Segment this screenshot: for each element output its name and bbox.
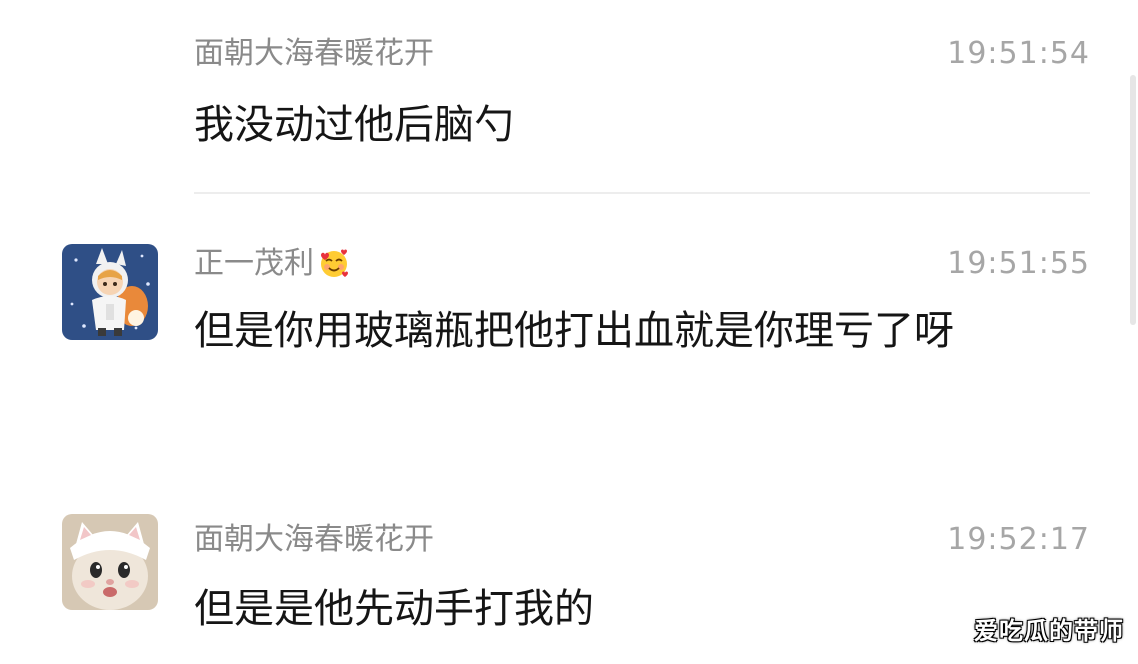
sender-name[interactable]: 正一茂利	[194, 244, 350, 284]
avatar-cat-photo-icon	[62, 514, 158, 610]
message-header: 正一茂利 19:51:55	[194, 244, 1090, 284]
avatar[interactable]	[62, 244, 158, 340]
message-timestamp: 19:51:54	[947, 36, 1090, 71]
scrollbar[interactable]	[1130, 75, 1136, 325]
sender-name-label: 正一茂利	[194, 246, 314, 281]
message-text[interactable]: 但是是他先动手打我的	[194, 580, 1068, 638]
sender-name[interactable]: 面朝大海春暖花开	[194, 34, 434, 74]
avatar-anime-character-icon	[62, 244, 158, 340]
avatar[interactable]	[62, 514, 158, 610]
message-header: 面朝大海春暖花开 19:51:54	[194, 34, 1090, 74]
message-divider	[194, 192, 1090, 194]
message-timestamp: 19:52:17	[947, 522, 1090, 557]
message-text[interactable]: 但是你用玻璃瓶把他打出血就是你理亏了呀	[194, 302, 1068, 360]
message-text[interactable]: 我没动过他后脑勺	[194, 96, 1068, 154]
watermark: 爱吃瓜的带师	[974, 617, 1124, 645]
sender-name[interactable]: 面朝大海春暖花开	[194, 520, 434, 560]
message-header: 面朝大海春暖花开 19:52:17	[194, 520, 1090, 560]
chat-history: 面朝大海春暖花开 19:51:54 我没动过他后脑勺 正一茂利 19:51:55…	[0, 0, 1138, 664]
message-timestamp: 19:51:55	[947, 246, 1090, 281]
smiling-face-with-hearts-icon	[321, 249, 348, 277]
